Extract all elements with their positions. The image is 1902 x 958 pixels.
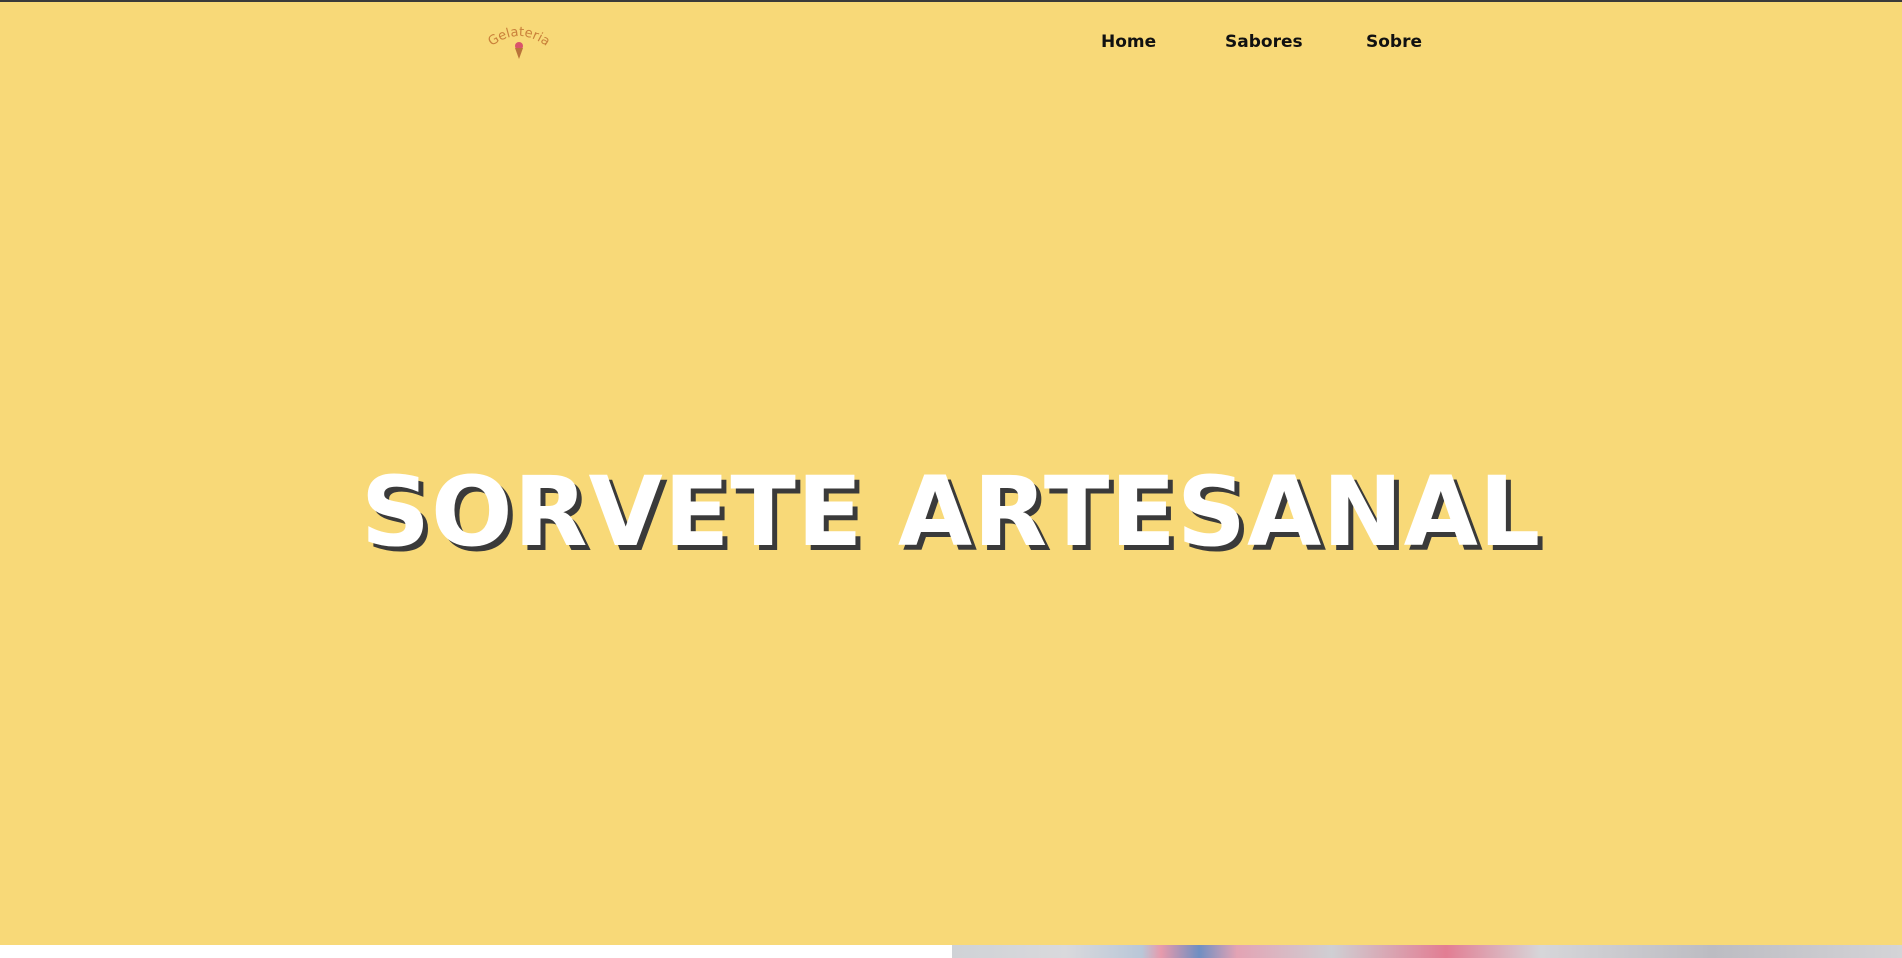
- hero-title: SORVETE ARTESANAL: [360, 456, 1542, 568]
- page: Gelateria Home Sabores Sobre SORVETE ART…: [0, 0, 1902, 958]
- nav-home-link[interactable]: Home: [1101, 32, 1156, 52]
- nav-sobre-link[interactable]: Sobre: [1366, 32, 1422, 52]
- ice-cream-cone-icon: Gelateria: [488, 25, 550, 59]
- brand-logo[interactable]: Gelateria: [488, 24, 550, 62]
- next-section-photo: [952, 945, 1902, 958]
- hero-section: Gelateria Home Sabores Sobre SORVETE ART…: [0, 2, 1902, 945]
- nav-sabores-link[interactable]: Sabores: [1225, 32, 1303, 52]
